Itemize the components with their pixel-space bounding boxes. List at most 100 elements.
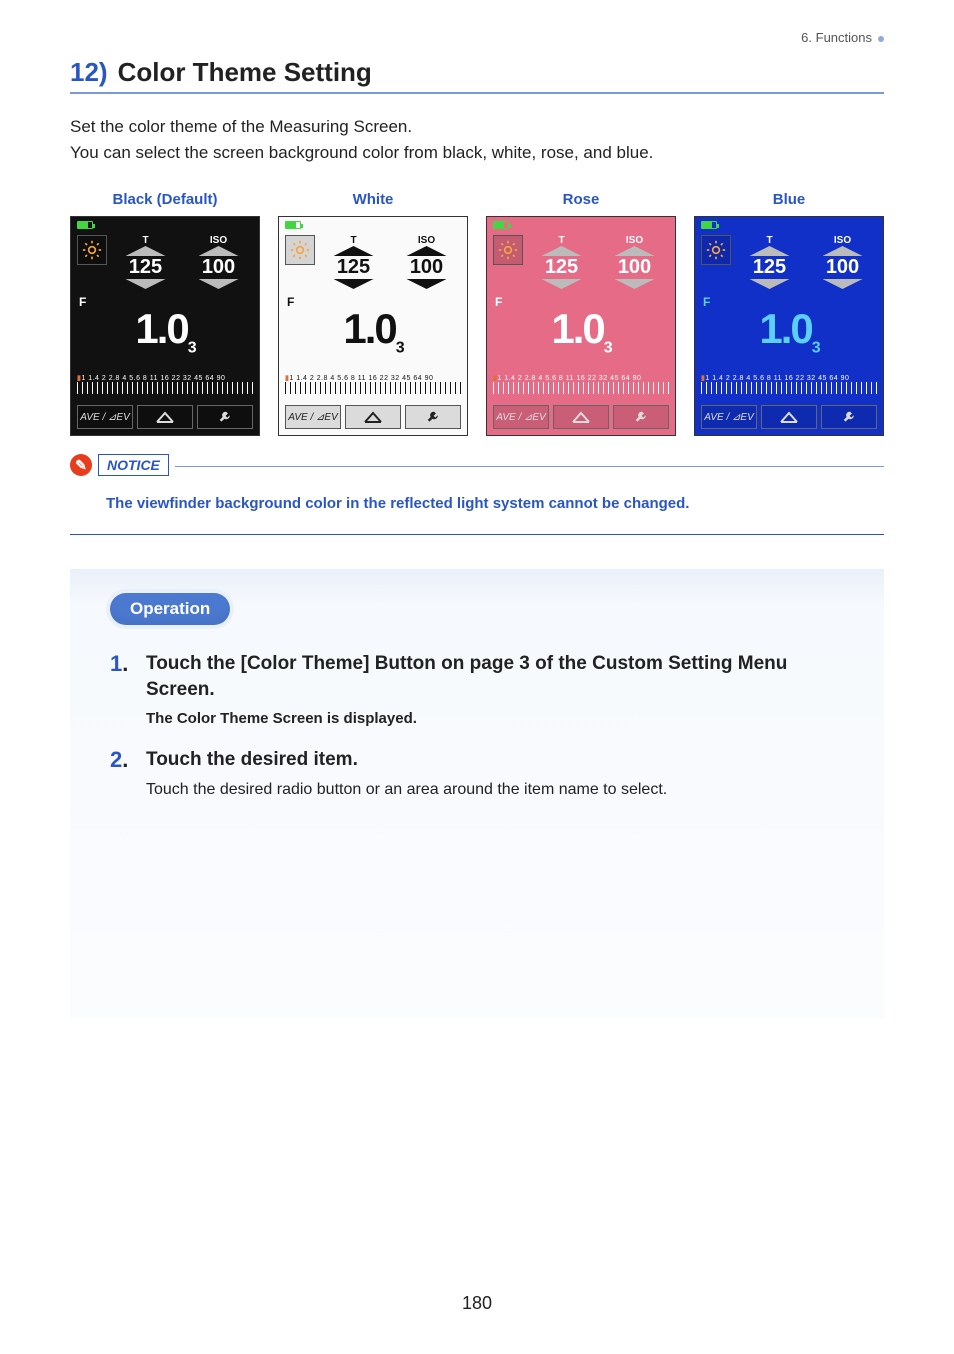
arrow-down-icon — [750, 279, 790, 289]
f-label: F — [495, 295, 502, 309]
theme-label: Blue — [694, 191, 884, 208]
arrow-down-icon — [542, 279, 582, 289]
theme-label: Black (Default) — [70, 191, 260, 208]
tool-button — [821, 405, 877, 429]
iso-value: 100 — [808, 256, 877, 279]
arrow-down-icon — [334, 279, 374, 289]
arrow-up-icon — [126, 246, 166, 256]
ave-button: AVE / ⊿EV — [493, 405, 549, 429]
t-label: T — [735, 235, 804, 246]
ave-button: AVE / ⊿EV — [77, 405, 133, 429]
section-rule — [70, 92, 884, 94]
t-value: 125 — [319, 256, 388, 279]
notice-block: ✎ NOTICE The viewfinder background color… — [70, 466, 884, 535]
device-preview-black: T 125 ISO 100 F 1.03 — [70, 216, 260, 436]
arrow-down-icon — [615, 279, 655, 289]
theme-white: White T 125 ISO 100 — [278, 191, 468, 436]
section-name: Color Theme Setting — [118, 57, 372, 88]
arrow-up-icon — [823, 246, 863, 256]
t-label: T — [527, 235, 596, 246]
theme-black: Black (Default) T 125 ISO — [70, 191, 260, 436]
arrow-down-icon — [823, 279, 863, 289]
step-heading: Touch the desired item. — [146, 747, 844, 773]
arrow-up-icon — [407, 246, 447, 256]
operation-block: Operation 1. Touch the [Color Theme] But… — [70, 569, 884, 1019]
arrow-up-icon — [750, 246, 790, 256]
f-value: 1.03 — [551, 305, 610, 357]
step-subtext: The Color Theme Screen is displayed. — [146, 710, 844, 727]
f-value: 1.03 — [135, 305, 194, 357]
iso-value: 100 — [392, 256, 461, 279]
arrow-up-icon — [199, 246, 239, 256]
memory-button — [761, 405, 817, 429]
step-2: 2. Touch the desired item. Touch the des… — [110, 747, 844, 799]
notice-label: NOTICE — [98, 454, 169, 476]
t-label: T — [111, 235, 180, 246]
notice-text: The viewfinder background color in the r… — [70, 489, 884, 532]
f-value: 1.03 — [759, 305, 818, 357]
aperture-scale: ▮1 1.4 2 2.8 4 5.6 8 11 16 22 32 45 64 9… — [493, 373, 669, 401]
device-preview-white: T 125 ISO 100 F 1.03 — [278, 216, 468, 436]
f-label: F — [79, 295, 86, 309]
arrow-down-icon — [126, 279, 166, 289]
arrow-down-icon — [407, 279, 447, 289]
theme-label: White — [278, 191, 468, 208]
arrow-up-icon — [542, 246, 582, 256]
t-value: 125 — [111, 256, 180, 279]
memory-button — [345, 405, 401, 429]
f-label: F — [287, 295, 294, 309]
ave-button: AVE / ⊿EV — [701, 405, 757, 429]
aperture-scale: ▮1 1.4 2 2.8 4 5.6 8 11 16 22 32 45 64 9… — [77, 373, 253, 401]
step-number: 2 — [110, 747, 122, 772]
aperture-scale: ▮1 1.4 2 2.8 4 5.6 8 11 16 22 32 45 64 9… — [285, 373, 461, 401]
tool-button — [197, 405, 253, 429]
memory-button — [137, 405, 193, 429]
theme-blue: Blue T 125 ISO 100 — [694, 191, 884, 436]
ambient-icon — [285, 235, 315, 265]
device-preview-rose: T 125 ISO 100 F 1.03 — [486, 216, 676, 436]
t-value: 125 — [735, 256, 804, 279]
aperture-scale: ▮1 1.4 2 2.8 4 5.6 8 11 16 22 32 45 64 9… — [701, 373, 877, 401]
tool-button — [613, 405, 669, 429]
arrow-up-icon — [334, 246, 374, 256]
lead-paragraph: Set the color theme of the Measuring Scr… — [70, 114, 884, 165]
step-description: Touch the desired radio button or an are… — [146, 781, 844, 799]
f-label: F — [703, 295, 710, 309]
page-number: 180 — [0, 1293, 954, 1314]
ambient-icon — [493, 235, 523, 265]
battery-icon — [285, 221, 301, 229]
device-preview-blue: T 125 ISO 100 F 1.03 — [694, 216, 884, 436]
ave-button: AVE / ⊿EV — [285, 405, 341, 429]
iso-label: ISO — [600, 235, 669, 246]
iso-label: ISO — [392, 235, 461, 246]
step-1: 1. Touch the [Color Theme] Button on pag… — [110, 651, 844, 727]
step-heading: Touch the [Color Theme] Button on page 3… — [146, 651, 844, 702]
iso-label: ISO — [808, 235, 877, 246]
theme-rose: Rose T 125 ISO 100 — [486, 191, 676, 436]
iso-label: ISO — [184, 235, 253, 246]
lead-line-1: Set the color theme of the Measuring Scr… — [70, 117, 412, 136]
step-number: 1 — [110, 651, 122, 676]
section-number: 12) — [70, 57, 108, 88]
theme-label: Rose — [486, 191, 676, 208]
chapter-header: 6. Functions — [70, 30, 884, 45]
ambient-icon — [701, 235, 731, 265]
arrow-up-icon — [615, 246, 655, 256]
tool-button — [405, 405, 461, 429]
t-label: T — [319, 235, 388, 246]
f-value: 1.03 — [343, 305, 402, 357]
section-title: 12) Color Theme Setting — [70, 57, 884, 88]
lead-line-2: You can select the screen background col… — [70, 143, 653, 162]
t-value: 125 — [527, 256, 596, 279]
ambient-icon — [77, 235, 107, 265]
theme-previews: Black (Default) T 125 ISO — [70, 191, 884, 436]
battery-icon — [701, 221, 717, 229]
battery-icon — [493, 221, 509, 229]
notice-icon: ✎ — [70, 454, 92, 476]
iso-value: 100 — [184, 256, 253, 279]
iso-value: 100 — [600, 256, 669, 279]
memory-button — [553, 405, 609, 429]
battery-icon — [77, 221, 93, 229]
operation-pill: Operation — [110, 593, 230, 625]
arrow-down-icon — [199, 279, 239, 289]
